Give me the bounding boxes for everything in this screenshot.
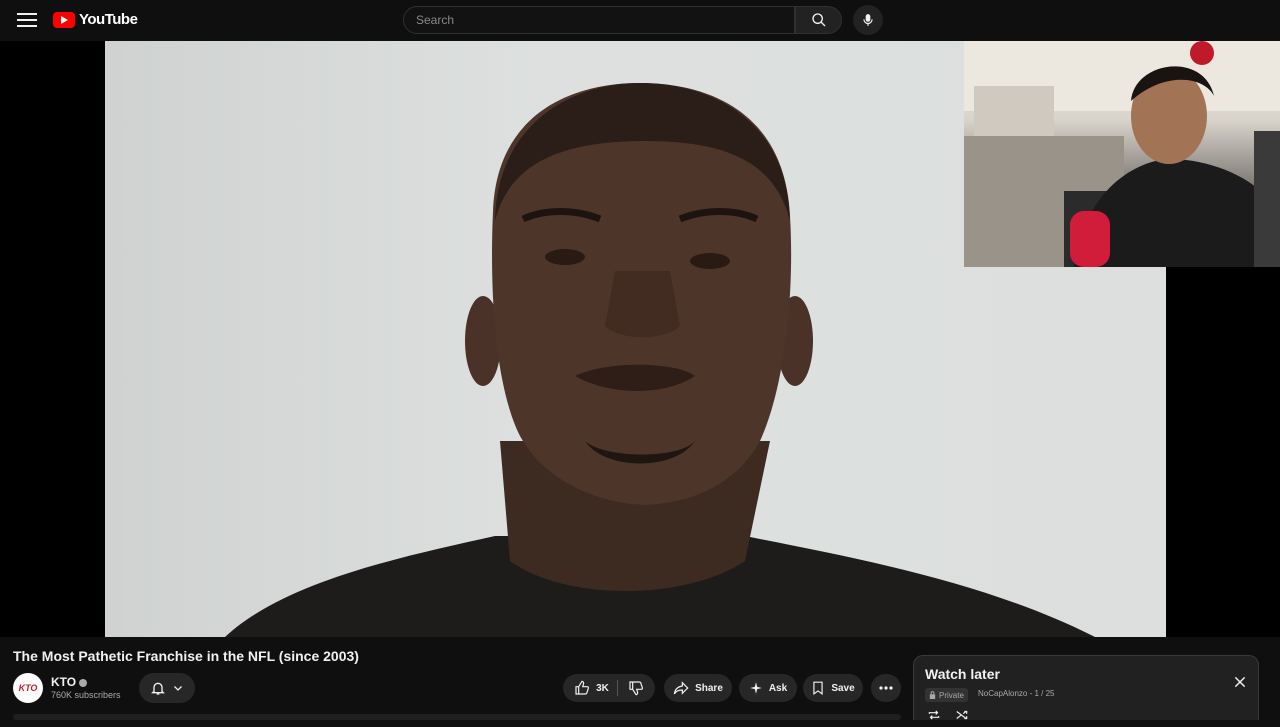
save-button[interactable]: Save bbox=[803, 674, 863, 702]
more-actions-button[interactable] bbox=[871, 674, 901, 702]
logo-text: YouTube bbox=[79, 11, 138, 28]
shuffle-playlist-button[interactable] bbox=[954, 708, 970, 727]
ask-label: Ask bbox=[768, 682, 788, 694]
bell-icon bbox=[151, 682, 165, 695]
menu-icon[interactable] bbox=[17, 11, 37, 29]
subscriber-count: 760K subscribers bbox=[51, 690, 121, 700]
share-label: Share bbox=[695, 682, 723, 694]
avatar-text: KTO bbox=[18, 683, 38, 693]
subscribed-notifications-button[interactable] bbox=[139, 673, 195, 703]
playlist-panel: Watch later Private NoCapAlonzo - 1 / 25 bbox=[913, 655, 1259, 720]
dislike-icon bbox=[629, 681, 643, 696]
share-button[interactable]: Share bbox=[664, 674, 732, 702]
dislike-button[interactable] bbox=[624, 680, 644, 696]
youtube-logo[interactable]: YouTube bbox=[53, 11, 138, 28]
facecam-image bbox=[964, 41, 1280, 267]
close-icon bbox=[1234, 676, 1246, 688]
facecam-overlay bbox=[964, 41, 1280, 267]
lock-icon bbox=[929, 691, 936, 699]
video-player[interactable] bbox=[0, 41, 1280, 637]
voice-search-button[interactable] bbox=[853, 5, 883, 35]
chevron-down-icon bbox=[174, 686, 182, 691]
verified-icon bbox=[79, 678, 88, 687]
channel-name: KTO bbox=[51, 675, 77, 689]
close-playlist-button[interactable] bbox=[1232, 674, 1248, 690]
loop-playlist-button[interactable] bbox=[926, 708, 942, 727]
search-box[interactable] bbox=[403, 6, 795, 34]
playlist-meta: NoCapAlonzo - 1 / 25 bbox=[978, 689, 1055, 698]
like-icon bbox=[575, 680, 590, 695]
like-button[interactable]: 3K bbox=[574, 680, 618, 696]
more-icon bbox=[879, 686, 893, 690]
search-button[interactable] bbox=[795, 6, 842, 34]
privacy-badge: Private bbox=[925, 688, 968, 702]
search-icon bbox=[811, 13, 825, 27]
masthead: YouTube bbox=[0, 0, 964, 41]
like-count: 3K bbox=[596, 682, 609, 694]
avatar[interactable]: KTO bbox=[13, 673, 43, 703]
ask-button[interactable]: Ask bbox=[739, 674, 797, 702]
save-icon bbox=[813, 681, 823, 695]
search-input[interactable] bbox=[404, 7, 788, 33]
video-title: The Most Pathetic Franchise in the NFL (… bbox=[13, 648, 359, 664]
save-label: Save bbox=[831, 682, 855, 694]
description-box-edge bbox=[13, 714, 901, 720]
share-icon bbox=[673, 681, 689, 695]
mic-icon bbox=[863, 14, 873, 26]
youtube-logo-icon bbox=[53, 11, 75, 28]
channel-name-link[interactable]: KTO bbox=[51, 675, 88, 689]
playlist-title[interactable]: Watch later bbox=[925, 666, 1000, 682]
like-dislike-group: 3K bbox=[563, 674, 655, 702]
privacy-label: Private bbox=[939, 690, 964, 700]
ask-sparkle-icon bbox=[749, 682, 762, 694]
